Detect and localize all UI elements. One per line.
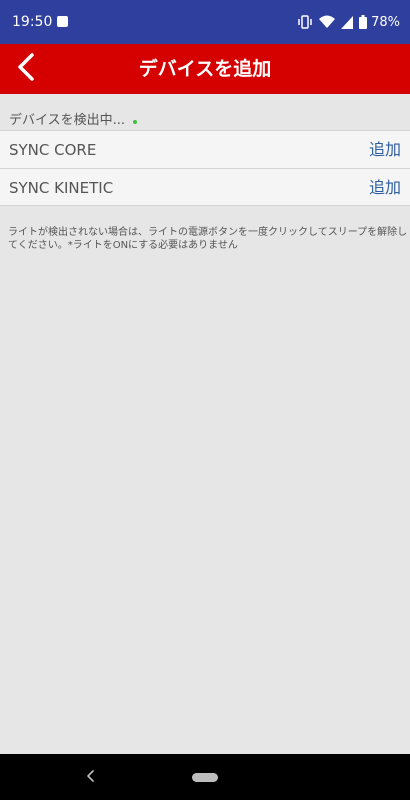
app-bar: デバイスを追加: [0, 44, 410, 94]
scan-status-label: デバイスを検出中...: [9, 113, 126, 128]
battery-percent: 78%: [371, 14, 400, 30]
device-list: SYNC CORE 追加 SYNC KINETIC 追加: [0, 130, 410, 206]
add-device-button[interactable]: 追加: [369, 131, 401, 169]
battery-icon: [359, 15, 368, 29]
device-name: SYNC KINETIC: [9, 179, 114, 197]
status-time: 19:50: [12, 14, 53, 30]
device-row: SYNC CORE 追加: [0, 130, 410, 168]
add-device-button[interactable]: 追加: [369, 169, 401, 207]
scanning-indicator: [133, 120, 137, 124]
nav-home-pill[interactable]: [192, 773, 218, 782]
page-title: デバイスを追加: [138, 58, 272, 80]
signal-icon: [341, 15, 354, 29]
notification-app-icon: [57, 16, 68, 27]
system-nav-bar: [0, 754, 410, 800]
nav-back-icon: [85, 768, 95, 787]
wifi-icon: [319, 15, 336, 29]
status-bar: 19:50 78%: [0, 0, 410, 44]
nav-back-button[interactable]: [80, 767, 100, 787]
back-button[interactable]: [6, 49, 46, 89]
device-row: SYNC KINETIC 追加: [0, 168, 410, 206]
chevron-left-icon: [16, 53, 36, 85]
vibrate-icon: [297, 15, 313, 29]
help-text: ライトが検出されない場合は、ライトの電源ボタンを一度クリックしてスリープを解除し…: [8, 227, 408, 251]
status-indicators: 78%: [291, 13, 400, 31]
device-name: SYNC CORE: [9, 141, 97, 159]
